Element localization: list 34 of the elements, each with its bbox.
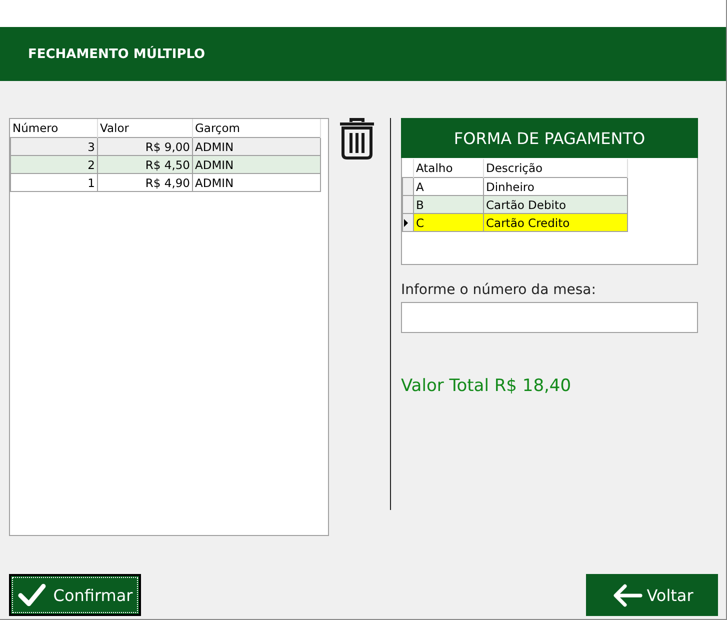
table-cell: Dinheiro bbox=[484, 178, 628, 196]
table-cell: 2 bbox=[10, 156, 98, 174]
confirm-button[interactable]: Confirmar bbox=[9, 574, 141, 616]
column-header: Número bbox=[10, 119, 98, 138]
table-cell: 3 bbox=[10, 138, 98, 156]
table-cell: 1 bbox=[10, 174, 98, 192]
table-row[interactable]: C Cartão Credito bbox=[402, 214, 628, 232]
table-cell: B bbox=[414, 196, 484, 214]
table-cell: Cartão Credito bbox=[484, 214, 628, 232]
current-row-icon bbox=[404, 218, 408, 226]
table-cell: R$ 4,50 bbox=[98, 156, 192, 174]
input-field[interactable] bbox=[401, 302, 698, 333]
table-row[interactable]: 3 R$ 9,00 ADMIN bbox=[10, 138, 320, 156]
table-cell: R$ 4,90 bbox=[98, 174, 192, 192]
table-row[interactable]: 1 R$ 4,90 ADMIN bbox=[10, 174, 320, 192]
field-label: Informe o número da mesa: bbox=[401, 282, 597, 298]
total-text: Valor Total R$ 18,40 bbox=[401, 376, 572, 396]
column-header: Atalho bbox=[414, 159, 484, 178]
panel-title: FORMA DE PAGAMENTO bbox=[454, 128, 646, 148]
column-header: Descrição bbox=[484, 159, 628, 178]
table-row[interactable]: B Cartão Debito bbox=[402, 196, 628, 214]
table-row[interactable]: 2 R$ 4,50 ADMIN bbox=[10, 156, 320, 174]
table-cell: C bbox=[414, 214, 484, 232]
table-cell: ADMIN bbox=[192, 174, 320, 192]
column-header: Valor bbox=[98, 119, 192, 138]
back-button[interactable]: Voltar bbox=[586, 574, 718, 616]
table-cell: ADMIN bbox=[192, 138, 320, 156]
column-header: Garçom bbox=[192, 119, 320, 138]
table-cell: ADMIN bbox=[192, 156, 320, 174]
table-cell: Cartão Debito bbox=[484, 196, 628, 214]
table-row[interactable]: A Dinheiro bbox=[402, 178, 628, 196]
table-cell: R$ 9,00 bbox=[98, 138, 192, 156]
window-title: FECHAMENTO MÚLTIPLO bbox=[28, 46, 206, 62]
trash-icon[interactable] bbox=[338, 118, 376, 160]
